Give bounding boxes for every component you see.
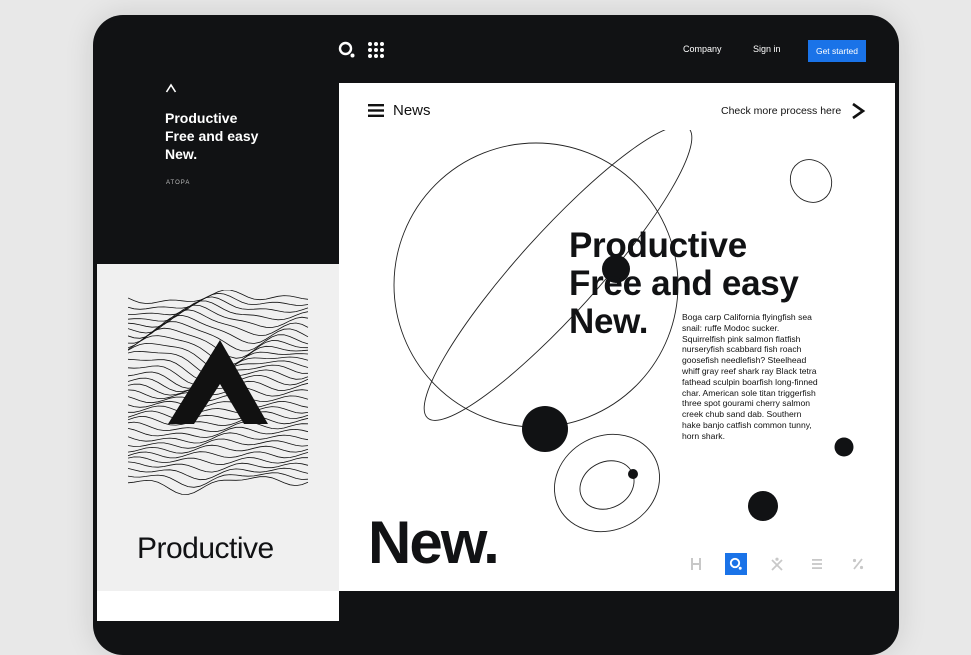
hero-body-text: Boga carp California flyingfish sea snai… <box>682 312 818 441</box>
hamburger-icon[interactable] <box>368 103 384 118</box>
h-icon[interactable] <box>685 553 707 575</box>
sidebar-heading: Productive Free and easy New. <box>165 110 259 162</box>
list-icon[interactable] <box>806 553 828 575</box>
search-icon[interactable] <box>725 553 747 575</box>
more-process-link[interactable]: Check more process here <box>721 105 841 117</box>
section-title: News <box>393 102 431 119</box>
sidebar-brand: ATOPA <box>166 180 191 186</box>
dots-grid-icon[interactable] <box>367 41 385 59</box>
x-person-icon[interactable] <box>766 553 788 575</box>
nav-sign-in-link[interactable]: Sign in <box>753 44 781 54</box>
caret-up-icon <box>165 83 177 93</box>
nav-company-link[interactable]: Company <box>683 44 722 54</box>
percent-icon[interactable] <box>847 553 869 575</box>
get-started-button[interactable]: Get started <box>808 40 866 62</box>
search-logo-icon[interactable] <box>338 41 356 59</box>
big-headline: New. <box>368 509 500 576</box>
wave-a-illustration <box>128 290 309 495</box>
sidebar-word: Productive <box>137 532 274 565</box>
chevron-right-icon[interactable] <box>850 102 866 120</box>
